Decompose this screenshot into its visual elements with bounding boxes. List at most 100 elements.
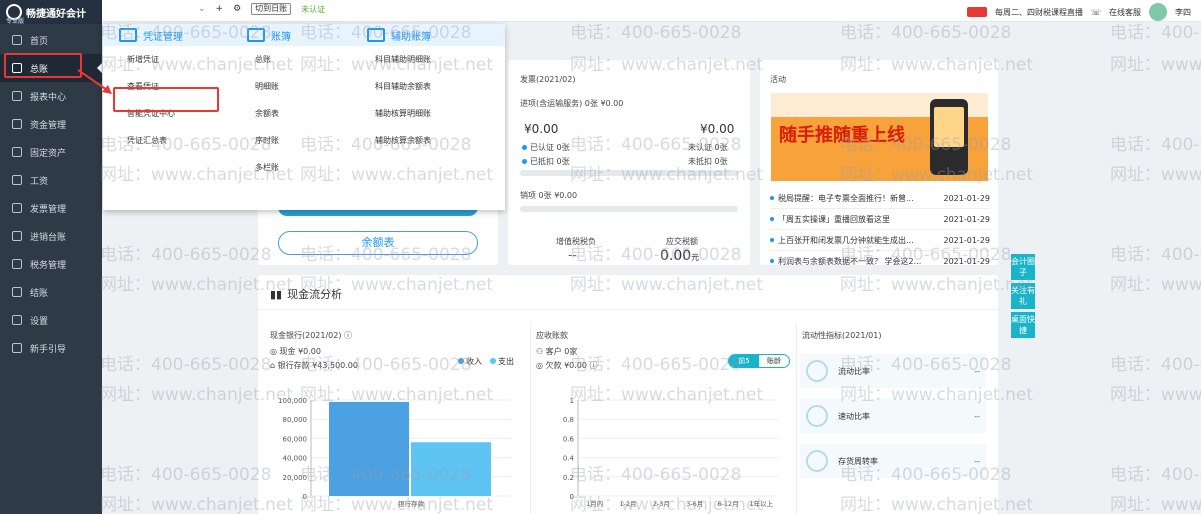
input-invoice-amount: ¥0.00 bbox=[600, 99, 624, 108]
x-tick-label: 2-3月 bbox=[653, 500, 670, 508]
bank-value: ¥43,500.00 bbox=[312, 361, 358, 370]
sidebar-item-0[interactable]: 首页 bbox=[0, 26, 102, 54]
kpi-label: 速动比率 bbox=[838, 411, 870, 421]
news-item[interactable]: 利润表与余额表数据不一致？ 学会这2... 2021-01-29 bbox=[770, 251, 990, 272]
app-logo[interactable]: 畅捷通好会计 专业版 bbox=[0, 0, 102, 25]
balance-sheet-button[interactable]: 余额表 bbox=[278, 231, 478, 255]
news-title: 上百张开和闭发票几分钟就能生成出... bbox=[770, 235, 914, 246]
plus-icon[interactable]: + bbox=[216, 4, 224, 14]
aux-books-column: 辅助账簿 科目辅助明细账 科目辅助余额表 辅助核算明细账 辅助核算余额表 bbox=[351, 24, 505, 154]
news-date: 2021-01-29 bbox=[943, 235, 991, 245]
side-tab-0[interactable]: 会计圈子 bbox=[1011, 254, 1035, 280]
menu-item-col3-0[interactable]: 科目辅助明细账 bbox=[351, 46, 505, 73]
avatar[interactable] bbox=[1149, 3, 1167, 21]
menu-item-col2-1[interactable]: 明细账 bbox=[231, 73, 351, 100]
menu-item-col1-3[interactable]: 凭证汇总表 bbox=[103, 127, 231, 154]
menu-item-col2-2[interactable]: 余额表 bbox=[231, 100, 351, 127]
receivable-toggle[interactable]: 前5 账龄 bbox=[728, 354, 790, 368]
sidebar-item-label: 税务管理 bbox=[30, 260, 67, 271]
kpi-icon bbox=[806, 405, 828, 427]
menu-item-col1-0[interactable]: 新增凭证 bbox=[103, 46, 231, 73]
news-item[interactable]: 「周五实操课」重播回放看这里 2021-01-29 bbox=[770, 209, 990, 230]
stock-icon bbox=[12, 231, 22, 241]
menu-item-col3-1[interactable]: 科目辅助余额表 bbox=[351, 73, 505, 100]
live-link[interactable]: 每周二、四财税课程直播 bbox=[995, 7, 1083, 18]
sidebar-item-5[interactable]: 工资 bbox=[0, 166, 102, 194]
activity-title: 活动 bbox=[770, 75, 786, 84]
sidebar-item-label: 工资 bbox=[30, 176, 49, 187]
sidebar-item-10[interactable]: 设置 bbox=[0, 306, 102, 334]
x-tick-label: 1年以上 bbox=[750, 499, 774, 508]
menu-item-col2-0[interactable]: 总账 bbox=[231, 46, 351, 73]
news-date: 2021-01-29 bbox=[943, 214, 991, 224]
receivable-title: 应收账款 bbox=[536, 331, 568, 340]
watermark-text: 网址：www.chanjet.net bbox=[1110, 165, 1201, 185]
sidebar-item-label: 设置 bbox=[30, 316, 49, 327]
books-icon bbox=[247, 28, 265, 42]
sidebar-item-label: 新手引导 bbox=[30, 344, 67, 355]
sidebar-item-8[interactable]: 税务管理 bbox=[0, 250, 102, 278]
legend-income: 收入 bbox=[458, 356, 482, 367]
sidebar-item-7[interactable]: 进销台账 bbox=[0, 222, 102, 250]
help-icon-2[interactable]: ⓘ bbox=[590, 361, 598, 370]
bar-chart-icon: ▮▮ bbox=[270, 287, 283, 301]
watermark-text: 电话：400-665-0028 bbox=[100, 245, 272, 265]
x-tick-label: 1月内 bbox=[586, 499, 603, 508]
bar[interactable] bbox=[411, 442, 491, 496]
kpi-icon bbox=[806, 450, 828, 472]
sidebar-item-11[interactable]: 新手引导 bbox=[0, 334, 102, 362]
x-tick-label: 3-6月 bbox=[686, 500, 703, 508]
menu-item-col3-2[interactable]: 辅助核算明细账 bbox=[351, 100, 505, 127]
highlight-box-view-voucher bbox=[113, 87, 219, 112]
owed-value: ¥0.00 bbox=[564, 361, 587, 370]
user-name[interactable]: 李四 bbox=[1175, 7, 1191, 18]
news-title: 「周五实操课」重播回放看这里 bbox=[770, 214, 890, 225]
x-tick-label: 1-2月 bbox=[619, 500, 636, 508]
toggle-top5[interactable]: 前5 bbox=[729, 355, 759, 367]
receivable-chart: 1 0.8 0.6 0.4 0.2 0 1月内 1-2月 2-3月 3-6月 6-12月 1年以上 bbox=[563, 397, 778, 508]
certified-amount: ¥0.00 bbox=[524, 122, 559, 136]
cert-status[interactable]: 未认证 bbox=[301, 4, 325, 15]
liquidity-title: 流动性指标(2021/01) bbox=[802, 331, 882, 340]
y-tick-label: 1 bbox=[570, 397, 574, 405]
watermark-text: 网址：www.chanjet.net bbox=[1110, 275, 1201, 295]
sidebar-item-3[interactable]: 资金管理 bbox=[0, 110, 102, 138]
cash-icon: ◎ bbox=[270, 347, 277, 356]
help-icon[interactable]: ⓘ bbox=[344, 331, 352, 340]
watermark-text: 电话：400-665-0028 bbox=[100, 465, 272, 485]
menu-item-col3-3[interactable]: 辅助核算余额表 bbox=[351, 127, 505, 154]
watermark-text: 电话：400-665-0028 bbox=[1110, 245, 1201, 265]
switch-daily-button[interactable]: 切到日账 bbox=[251, 3, 292, 15]
y-tick-label: 0.6 bbox=[563, 435, 575, 443]
kpi-value: -- bbox=[974, 456, 980, 466]
sidebar-item-label: 进销台账 bbox=[30, 232, 67, 243]
sidebar-item-4[interactable]: 固定资产 bbox=[0, 138, 102, 166]
news-item[interactable]: 上百张开和闭发票几分钟就能生成出... 2021-01-29 bbox=[770, 230, 990, 251]
kpi-row: 存货周转率 -- bbox=[800, 444, 986, 478]
sidebar-item-9[interactable]: 结账 bbox=[0, 278, 102, 306]
service-link[interactable]: 在线客服 bbox=[1109, 7, 1141, 18]
kpi-row: 速动比率 -- bbox=[800, 399, 986, 433]
fund-icon bbox=[12, 119, 22, 129]
side-tab-2[interactable]: 桌面快捷 bbox=[1011, 312, 1035, 338]
menu-item-col2-4[interactable]: 多栏账 bbox=[231, 154, 351, 181]
gear-icon[interactable]: ⚙ bbox=[233, 4, 241, 14]
news-title: 税局提醒：电子专票全面推行！新曾... bbox=[770, 193, 914, 204]
y-tick-label: 0.4 bbox=[563, 455, 575, 463]
kpi-value: -- bbox=[974, 411, 980, 421]
x-tick-label: 银行存款 bbox=[398, 499, 425, 508]
sidebar-item-6[interactable]: 发票管理 bbox=[0, 194, 102, 222]
banner-text: 随手推随重上线 bbox=[779, 125, 905, 146]
menu-item-col2-3[interactable]: 序时账 bbox=[231, 127, 351, 154]
aux-books-icon bbox=[367, 28, 385, 42]
activity-banner[interactable]: 随手推随重上线 bbox=[771, 93, 988, 181]
news-item[interactable]: 税局提醒：电子专票全面推行！新曾... 2021-01-29 bbox=[770, 188, 990, 209]
news-date: 2021-01-29 bbox=[943, 193, 991, 203]
invoice-progress bbox=[520, 170, 738, 176]
uncertified-label: 未认证 bbox=[688, 143, 712, 152]
toggle-aging[interactable]: 账龄 bbox=[759, 355, 789, 367]
chevron-down-icon[interactable]: ⌄ bbox=[198, 4, 206, 14]
side-tab-1[interactable]: 关注有礼 bbox=[1011, 283, 1035, 309]
bar[interactable] bbox=[329, 401, 409, 496]
top-bar: ⌄ + ⚙ 切到日账 未认证 每周二、四财税课程直播 ☏ 在线客服 李四 bbox=[102, 0, 1201, 22]
